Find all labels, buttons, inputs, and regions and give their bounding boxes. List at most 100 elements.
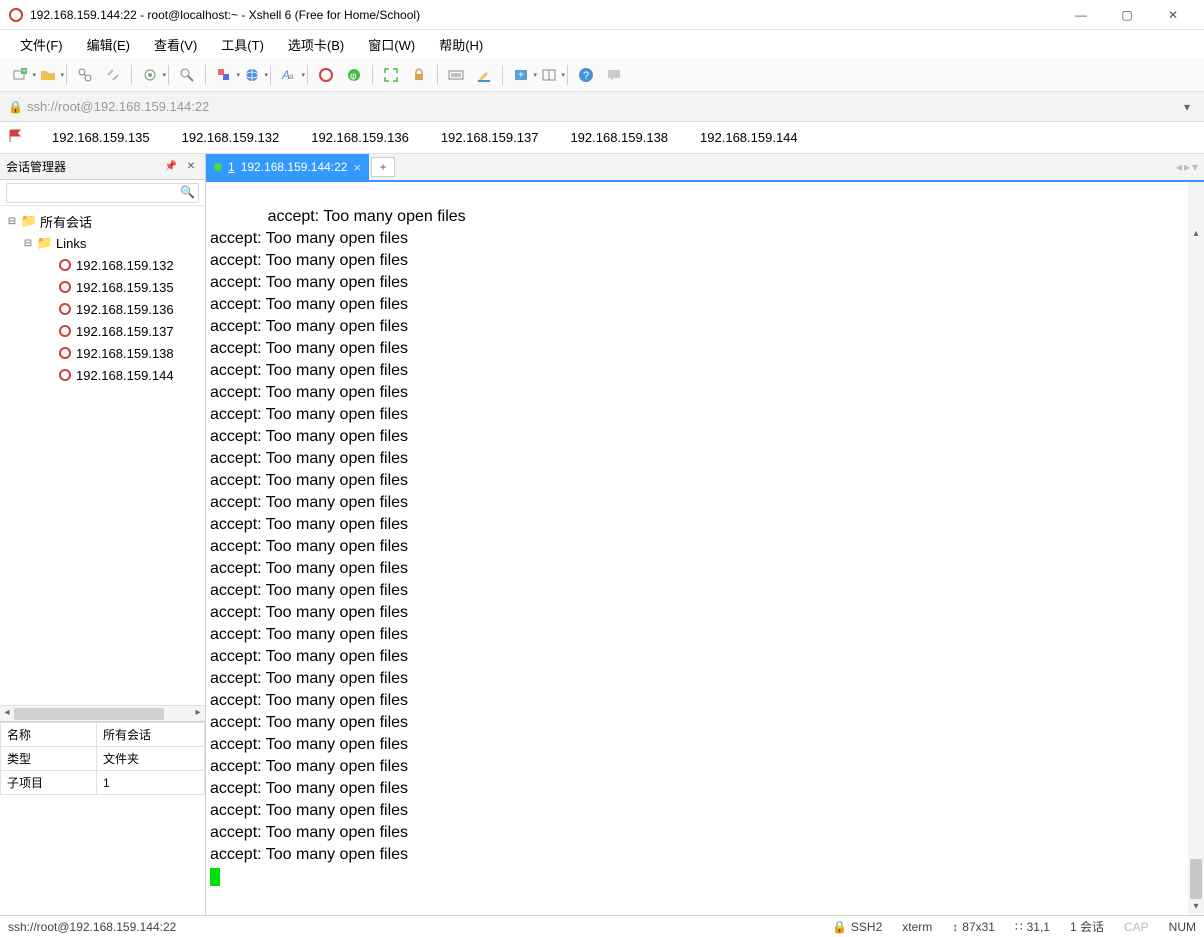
tab-label: 192.168.159.144:22 <box>241 160 348 174</box>
pin-button[interactable]: 📌 <box>163 159 179 175</box>
globe-button[interactable] <box>240 63 264 87</box>
quick-link-3[interactable]: 192.168.159.137 <box>437 128 543 147</box>
tree-links[interactable]: ⊟ 📁 Links <box>2 232 203 254</box>
toolbar-separator <box>502 65 503 85</box>
window-controls: ― ▢ ✕ <box>1058 0 1196 30</box>
tab-prev-button[interactable]: ◂ <box>1176 160 1182 174</box>
status-cap: CAP <box>1124 920 1149 934</box>
prop-val: 所有会话 <box>97 723 205 747</box>
menu-window[interactable]: 窗口(W) <box>358 32 425 57</box>
status-cursor: ∷ 31,1 <box>1015 920 1050 934</box>
tree-session-item[interactable]: 192.168.159.138 <box>2 342 203 364</box>
search-icon: 🔍 <box>180 185 195 199</box>
collapse-icon[interactable]: ⊟ <box>22 238 34 249</box>
menu-edit[interactable]: 编辑(E) <box>77 32 140 57</box>
reconnect-button[interactable] <box>73 63 97 87</box>
search-button[interactable] <box>175 63 199 87</box>
menu-tools[interactable]: 工具(T) <box>211 32 274 57</box>
scroll-right-icon[interactable]: ▸ <box>192 707 204 718</box>
prop-row: 类型文件夹 <box>1 747 205 771</box>
resize-icon: ↕ <box>952 920 958 934</box>
tree-session-item[interactable]: 192.168.159.144 <box>2 364 203 386</box>
prop-val: 1 <box>97 771 205 795</box>
status-sessions: 1 会话 <box>1070 918 1104 935</box>
toolbar-separator <box>205 65 206 85</box>
session-icon <box>57 323 73 339</box>
tab-active[interactable]: 1 192.168.159.144:22 × <box>206 154 369 180</box>
menu-file[interactable]: 文件(F) <box>10 32 73 57</box>
layout-button[interactable] <box>537 63 561 87</box>
new-session-button[interactable]: + <box>8 63 32 87</box>
panel-close-button[interactable]: ✕ <box>183 159 199 175</box>
scroll-down-icon[interactable]: ▾ <box>1188 899 1204 915</box>
scroll-thumb[interactable] <box>14 708 164 720</box>
tab-list-button[interactable]: ▾ <box>1192 160 1198 174</box>
keyboard-button[interactable] <box>444 63 468 87</box>
address-dropdown[interactable]: ▾ <box>1178 100 1196 114</box>
session-manager-title: 会话管理器 <box>6 158 159 175</box>
status-connection: ssh://root@192.168.159.144:22 <box>8 920 176 934</box>
toolbar-separator <box>270 65 271 85</box>
address-bar: 🔒 ssh://root@192.168.159.144:22 ▾ <box>0 92 1204 122</box>
svg-text:a: a <box>289 72 294 81</box>
quick-link-4[interactable]: 192.168.159.138 <box>566 128 672 147</box>
menu-view[interactable]: 查看(V) <box>144 32 207 57</box>
svg-text:φ: φ <box>350 71 357 82</box>
tree-session-label: 192.168.159.132 <box>76 258 174 273</box>
xftp-button[interactable]: φ <box>342 63 366 87</box>
tree-session-label: 192.168.159.138 <box>76 346 174 361</box>
open-button[interactable] <box>36 63 60 87</box>
quick-link-0[interactable]: 192.168.159.135 <box>48 128 154 147</box>
tree-session-item[interactable]: 192.168.159.135 <box>2 276 203 298</box>
tree-session-item[interactable]: 192.168.159.136 <box>2 298 203 320</box>
tab-add-button[interactable]: + <box>371 157 395 177</box>
svg-text:+: + <box>22 68 26 75</box>
menu-help[interactable]: 帮助(H) <box>429 32 493 57</box>
scroll-left-icon[interactable]: ◂ <box>1 707 13 718</box>
maximize-button[interactable]: ▢ <box>1104 0 1150 30</box>
quick-link-1[interactable]: 192.168.159.132 <box>178 128 284 147</box>
collapse-icon[interactable]: ⊟ <box>6 216 18 227</box>
titlebar: 192.168.159.144:22 - root@localhost:~ - … <box>0 0 1204 30</box>
tab-close-button[interactable]: × <box>353 160 361 175</box>
lock-button[interactable] <box>407 63 431 87</box>
svg-text:?: ? <box>583 70 589 82</box>
terminal[interactable]: accept: Too many open files accept: Too … <box>206 182 1204 915</box>
highlight-button[interactable] <box>472 63 496 87</box>
toolbar-separator <box>437 65 438 85</box>
xshell-button[interactable] <box>314 63 338 87</box>
tree-session-label: 192.168.159.144 <box>76 368 174 383</box>
quick-link-5[interactable]: 192.168.159.144 <box>696 128 802 147</box>
tab-next-button[interactable]: ▸ <box>1184 160 1190 174</box>
address-text[interactable]: ssh://root@192.168.159.144:22 <box>27 99 1178 114</box>
disconnect-button[interactable] <box>101 63 125 87</box>
minimize-button[interactable]: ― <box>1058 0 1104 30</box>
session-icon <box>57 301 73 317</box>
toolbar-separator <box>131 65 132 85</box>
tab-nav: ◂ ▸ ▾ <box>1176 154 1204 180</box>
menubar: 文件(F) 编辑(E) 查看(V) 工具(T) 选项卡(B) 窗口(W) 帮助(… <box>0 30 1204 58</box>
help-button[interactable]: ? <box>574 63 598 87</box>
main-area: 会话管理器 📌 ✕ 🔍 ⊟ 📁 所有会话 ⊟ 📁 Links 192.168.1… <box>0 154 1204 915</box>
scroll-thumb[interactable] <box>1190 859 1202 899</box>
close-button[interactable]: ✕ <box>1150 0 1196 30</box>
font-button[interactable]: Aa <box>277 63 301 87</box>
tree-session-item[interactable]: 192.168.159.137 <box>2 320 203 342</box>
app-icon <box>8 7 24 23</box>
session-search-input[interactable] <box>6 183 199 203</box>
copy-button[interactable] <box>212 63 236 87</box>
session-manager-panel: 会话管理器 📌 ✕ 🔍 ⊟ 📁 所有会话 ⊟ 📁 Links 192.168.1… <box>0 154 206 915</box>
feedback-button[interactable] <box>602 63 626 87</box>
tree-session-item[interactable]: 192.168.159.132 <box>2 254 203 276</box>
tree-root-label: 所有会话 <box>40 212 92 231</box>
lock-icon: 🔒 <box>8 100 23 114</box>
quick-flag-icon <box>8 128 24 147</box>
menu-tabs[interactable]: 选项卡(B) <box>278 32 354 57</box>
properties-button[interactable] <box>138 63 162 87</box>
sidebar-hscroll[interactable]: ◂ ▸ <box>0 705 205 721</box>
fullscreen-button[interactable] <box>379 63 403 87</box>
newtab-button[interactable]: + <box>509 63 533 87</box>
tree-root[interactable]: ⊟ 📁 所有会话 <box>2 210 203 232</box>
quick-link-2[interactable]: 192.168.159.136 <box>307 128 413 147</box>
terminal-scrollbar[interactable]: ▴ ▾ <box>1188 182 1204 915</box>
